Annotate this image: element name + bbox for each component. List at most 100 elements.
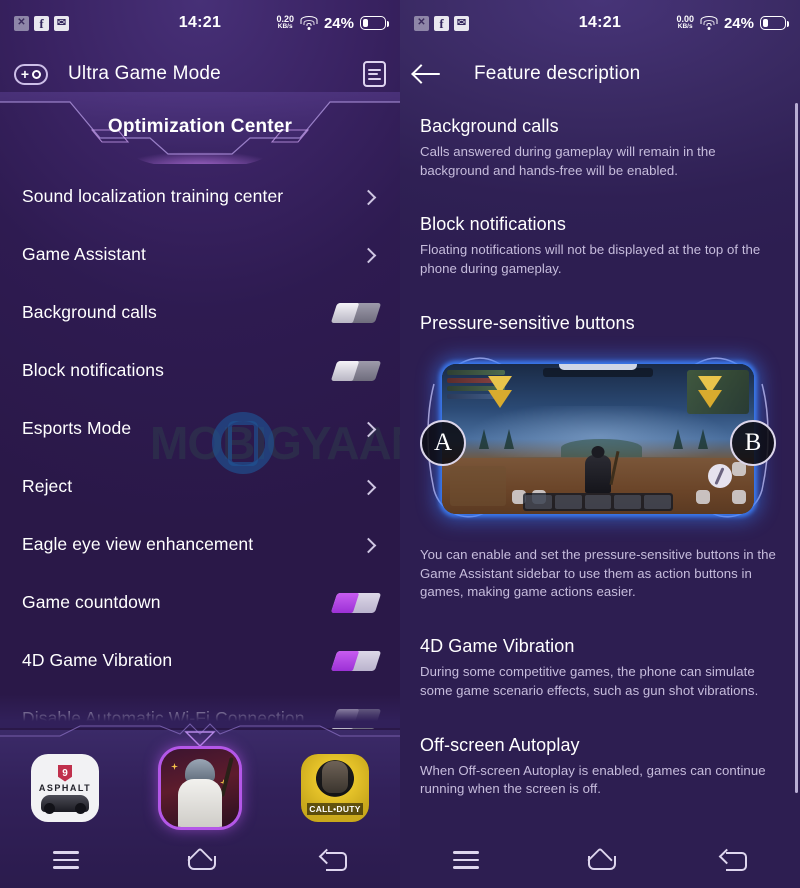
pressure-button-a-label: A (433, 428, 453, 456)
chevron-right-icon[interactable] (360, 479, 377, 495)
dock-app-row: 9 ASPHALT CALL•DUTY (0, 746, 400, 830)
feature-body-text: Calls answered during gameplay will rema… (420, 144, 716, 178)
toggle-knob (330, 651, 360, 671)
feature-section: 4D Game Vibration During some competitive… (420, 636, 776, 700)
chevron-right-icon[interactable] (360, 421, 377, 437)
app-icon-call-of-duty[interactable]: CALL•DUTY (301, 754, 369, 822)
feature-body-text: You can enable and set the pressure-sens… (420, 546, 776, 600)
vertical-scrollbar[interactable] (795, 103, 798, 793)
settings-row-label: Sound localization training center (22, 186, 284, 207)
settings-row[interactable]: Reject (22, 458, 378, 516)
game-tree (479, 429, 490, 450)
battery-percent-label: 24% (323, 14, 354, 32)
x-app-icon: ✕ (14, 15, 29, 31)
navigation-bar-left (0, 832, 400, 888)
settings-row-label: Esports Mode (22, 418, 132, 439)
toggle-switch[interactable] (330, 651, 382, 671)
pressure-button-b: B (730, 419, 776, 466)
page-title: Ultra Game Mode (68, 63, 221, 84)
pubg-body-glyph (178, 779, 222, 827)
x-app-icon: ✕ (414, 15, 429, 31)
feature-body-text: During some competitive games, the phone… (420, 664, 759, 698)
recent-apps-icon[interactable] (453, 851, 480, 869)
settings-row-label: Reject (22, 476, 73, 497)
pressure-button-b-label: B (744, 428, 762, 456)
feature-section: Background calls Calls answered during ga… (420, 116, 776, 180)
toggle-switch[interactable] (330, 361, 382, 381)
circle-glyph (32, 69, 42, 79)
network-speed-indicator: 0.00 KB/s (676, 15, 694, 31)
settings-row-label: Game countdown (22, 592, 161, 613)
facebook-icon: f (434, 15, 449, 31)
home-icon[interactable] (186, 850, 216, 870)
game-inventory-bar (523, 492, 673, 511)
chevron-right-icon[interactable] (360, 189, 377, 205)
game-minimap (450, 465, 506, 506)
feature-description-title: Feature description (474, 63, 641, 84)
status-bar-left: ✕ f ✉ 14:21 0.20 KB/s 24% (0, 0, 400, 46)
pubg-spark-1 (171, 763, 178, 770)
game-joystick-knob (708, 463, 732, 488)
settings-row[interactable]: 4D Game Vibration (22, 632, 382, 690)
status-notification-icons: ✕ f ✉ (14, 15, 69, 31)
toggle-knob (330, 361, 360, 381)
back-icon[interactable] (721, 850, 747, 871)
feature-body-text: Floating notifications will not be displ… (420, 242, 761, 277)
network-speed-unit: KB/s (277, 23, 293, 31)
feature-section: Block notifications Floating notification… (420, 214, 776, 278)
status-indicators: 0.20 KB/s 24% (276, 14, 389, 32)
settings-row-label: Background calls (22, 302, 157, 323)
battery-icon (360, 16, 389, 30)
feature-section: Pressure-sensitive buttons A B You can enab… (420, 313, 776, 602)
settings-row[interactable]: Esports Mode (22, 400, 378, 458)
toggle-switch[interactable] (330, 303, 382, 323)
settings-row[interactable]: Game countdown (22, 574, 382, 632)
optimization-center-banner: Optimization Center (0, 92, 400, 164)
phone-landscape-mockup (442, 363, 754, 514)
left-app-bar: + Ultra Game Mode (0, 46, 400, 102)
game-marker-right (698, 375, 722, 410)
settings-row[interactable]: Block notifications (22, 342, 382, 400)
navigation-bar-right (400, 832, 800, 888)
right-panel-feature-description: ✕ f ✉ 14:21 0.00 KB/s 24% Feature descri… (400, 0, 800, 888)
feature-heading: Off-screen Autoplay (420, 734, 580, 755)
back-icon[interactable] (321, 850, 347, 871)
feature-heading: Background calls (420, 116, 559, 136)
settings-row-label: 4D Game Vibration (22, 650, 173, 671)
settings-row[interactable]: Sound localization training center (22, 168, 378, 226)
feature-heading: Block notifications (420, 214, 566, 235)
status-indicators-right: 0.00 KB/s 24% (676, 14, 789, 32)
pressure-button-a: A (420, 419, 466, 466)
chevron-right-icon[interactable] (360, 247, 377, 263)
home-icon[interactable] (586, 850, 616, 870)
network-speed-unit: KB/s (677, 23, 693, 31)
wifi-icon (700, 16, 718, 30)
toggle-knob (330, 593, 360, 613)
right-app-bar: Feature description (400, 46, 800, 102)
feature-heading: Pressure-sensitive buttons (420, 312, 635, 333)
status-bar-right: ✕ f ✉ 14:21 0.00 KB/s 24% (400, 0, 800, 46)
app-icon-pubg[interactable] (161, 749, 239, 827)
game-controller-icon[interactable]: + (14, 63, 48, 85)
battery-percent-label: 24% (723, 14, 754, 32)
settings-row-label: Game Assistant (22, 244, 146, 265)
banner-title: Optimization Center (107, 116, 293, 137)
battery-icon (760, 16, 789, 30)
app-icon-asphalt[interactable]: 9 ASPHALT (31, 754, 99, 822)
toggle-switch[interactable] (330, 593, 382, 613)
phone-notch (559, 363, 637, 370)
back-arrow-icon[interactable] (414, 63, 444, 85)
cod-wordmark: CALL•DUTY (307, 803, 363, 815)
settings-row[interactable]: Background calls (22, 284, 382, 342)
asphalt-car-glyph (41, 794, 89, 814)
settings-list: Sound localization training center Game A… (0, 168, 400, 748)
recent-apps-icon[interactable] (53, 851, 80, 869)
status-notification-icons-right: ✕ f ✉ (414, 15, 469, 31)
settings-row[interactable]: Game Assistant (22, 226, 378, 284)
settings-row[interactable]: Eagle eye view enhancement (22, 516, 378, 574)
game-tree (672, 429, 683, 450)
game-player-character (585, 454, 611, 493)
chevron-right-icon[interactable] (360, 537, 377, 553)
asphalt-wordmark: ASPHALT (38, 782, 92, 793)
document-list-icon[interactable] (363, 61, 386, 87)
